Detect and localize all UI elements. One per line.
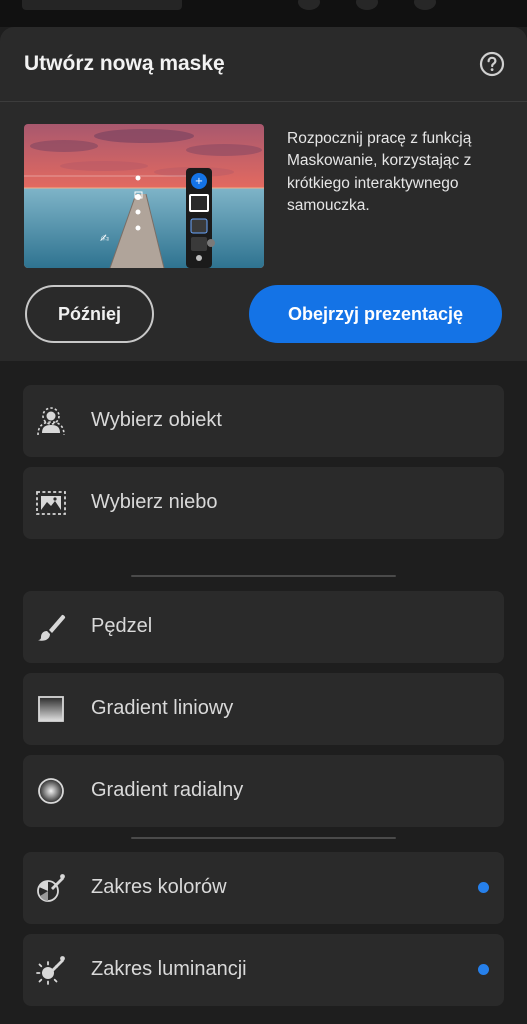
watch-presentation-button[interactable]: Obejrzyj prezentację [249,285,502,343]
option-label: Wybierz obiekt [91,409,222,431]
status-bar-icons [298,0,448,10]
status-icon [414,0,436,10]
sheet-header: Utwórz nową maskę [0,27,527,102]
status-icon [356,0,378,10]
color-range-icon [35,872,67,904]
select-sky-option[interactable]: Wybierz niebo [23,467,504,539]
new-feature-dot [478,882,489,893]
later-button[interactable]: Później [25,285,154,343]
select-subject-icon [35,405,67,437]
status-bar [0,0,527,27]
tutorial-thumbnail[interactable]: ✍ + [24,124,264,268]
sheet-title: Utwórz nową maskę [24,52,225,75]
status-icon [298,0,320,10]
radial-gradient-icon [35,775,67,807]
brush-icon [35,611,67,643]
new-feature-dot [478,964,489,975]
option-label: Gradient liniowy [91,697,234,719]
luminance-range-option[interactable]: Zakres luminancji [23,934,504,1006]
brush-option[interactable]: Pędzel [23,591,504,663]
select-sky-icon [35,487,67,519]
svg-text:+: + [195,176,203,187]
linear-gradient-icon [35,693,67,725]
tutorial-description: Rozpocznij pracę z funkcją Maskowanie, k… [287,130,472,215]
option-label: Wybierz niebo [91,491,218,513]
option-label: Zakres luminancji [91,958,247,980]
group-divider [131,575,396,577]
radial-gradient-option[interactable]: Gradient radialny [23,755,504,827]
option-label: Zakres kolorów [91,876,227,898]
linear-gradient-option[interactable]: Gradient liniowy [23,673,504,745]
status-bar-text [22,0,182,10]
help-icon[interactable] [479,51,505,77]
svg-text:✍: ✍ [100,232,109,245]
luminance-range-icon [35,954,67,986]
mask-type-list: Wybierz obiekt Wybierz niebo Pędzel Grad… [0,361,527,1024]
create-mask-sheet: Utwórz nową maskę ✍ + Rozpocznij pracę z… [0,27,527,1024]
tutorial-promo: ✍ + Rozpocznij pracę z funkcją Maskowani… [0,102,527,361]
select-subject-option[interactable]: Wybierz obiekt [23,385,504,457]
option-label: Gradient radialny [91,779,244,801]
color-range-option[interactable]: Zakres kolorów [23,852,504,924]
option-label: Pędzel [91,615,153,637]
group-divider [131,837,396,839]
